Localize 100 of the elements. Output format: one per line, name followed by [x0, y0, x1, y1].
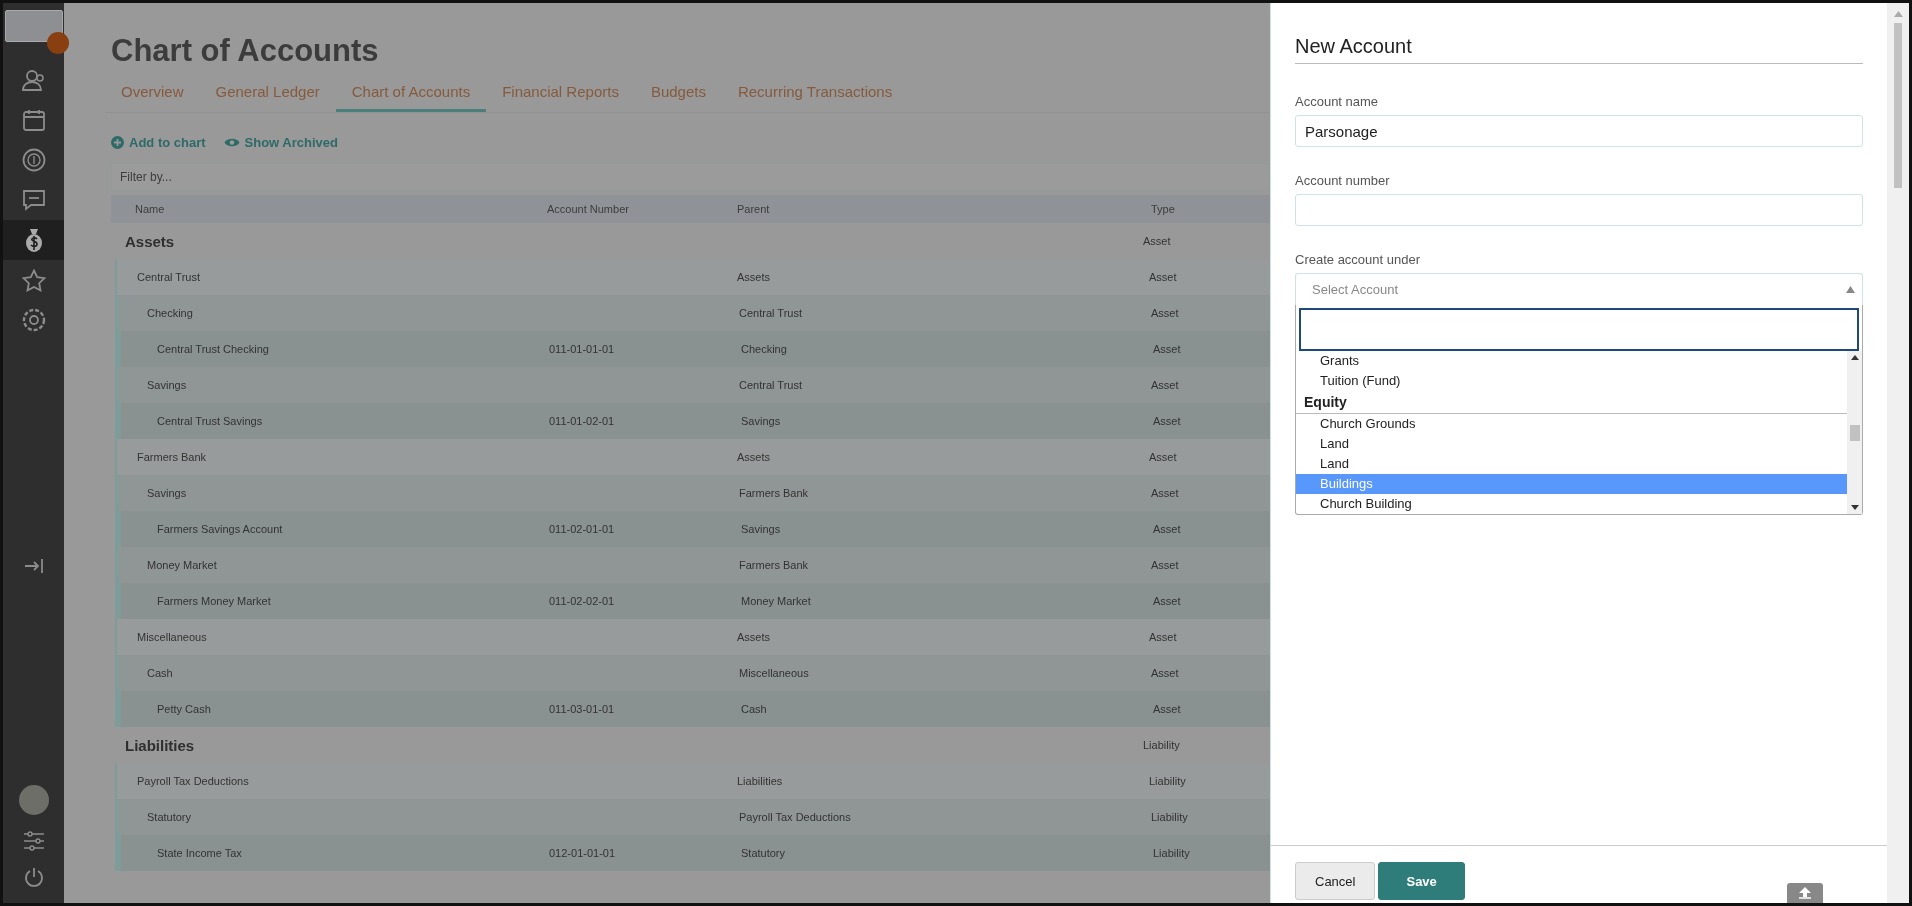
sidebar-item[interactable] — [3, 220, 64, 260]
logo[interactable] — [4, 10, 63, 42]
scroll-to-top-button[interactable] — [1787, 883, 1823, 903]
table-cell-text: Asset — [1149, 631, 1178, 643]
table-row[interactable]: Savings Farmers Bank Asset — [115, 475, 1270, 511]
table-cell-text: Savings — [146, 379, 188, 391]
column-header: Parent — [736, 203, 771, 215]
table-row[interactable]: Savings Central Trust Asset — [115, 367, 1270, 403]
table-cell-text: Asset — [1149, 451, 1178, 463]
text-field[interactable]: Parsonage — [1295, 115, 1863, 147]
table-cell-text: State Income Tax — [156, 847, 243, 859]
scrollbar[interactable] — [1887, 3, 1909, 903]
table-cell-text: Farmers Savings Account — [156, 523, 284, 535]
table-cell-text: Asset — [1151, 379, 1180, 391]
filter-field[interactable]: Filter by... — [111, 163, 1270, 191]
table-cell-text: Central Trust Checking — [156, 343, 270, 355]
table-cell-text: Statutory — [741, 847, 787, 859]
table-cell-text: Central Trust Savings — [156, 415, 264, 427]
panel-title: New Account — [1295, 35, 1863, 64]
table-cell-text: Liability — [1143, 739, 1181, 751]
table-cell-text: Savings — [741, 415, 782, 427]
table-row[interactable]: Cash Miscellaneous Asset — [115, 655, 1270, 691]
save-button[interactable]: Save — [1378, 862, 1465, 900]
collapse-icon[interactable] — [23, 558, 44, 574]
table-cell-text: Asset — [1151, 559, 1180, 571]
cancel-button[interactable]: Cancel — [1295, 862, 1376, 900]
scroll-thumb[interactable] — [1894, 23, 1902, 188]
table-row[interactable]: Central Trust Savings 011-01-02-01 Savings Asset — [115, 403, 1270, 439]
field-label: Create account under — [1295, 252, 1422, 267]
dropdown-option[interactable]: Buildings — [1296, 474, 1847, 494]
dropdown-option[interactable]: Land — [1296, 454, 1847, 474]
coin-icon — [21, 148, 46, 172]
table-row[interactable]: Central Trust Checking 011-01-01-01 Checking Asset — [115, 331, 1270, 367]
avatar[interactable] — [18, 785, 49, 815]
dropdown-option[interactable]: Grants — [1296, 351, 1847, 371]
table-cell-text: Liability — [1153, 847, 1191, 859]
table-cell-text: Asset — [1151, 487, 1180, 499]
dropdown-option[interactable]: Church Grounds — [1296, 414, 1847, 434]
table-cell-text: Asset — [1153, 415, 1182, 427]
table-cell-text: Asset — [1149, 271, 1178, 283]
arrow-up-icon — [1798, 887, 1812, 899]
scrollbar[interactable] — [1847, 351, 1862, 514]
eye-icon — [223, 137, 240, 148]
table-cell-text: Miscellaneous — [136, 631, 208, 643]
table-row[interactable]: Checking Central Trust Asset — [115, 295, 1270, 331]
table-row[interactable]: State Income Tax 012-01-01-01 Statutory Liability — [115, 835, 1270, 871]
notification-badge[interactable] — [47, 32, 69, 54]
table-cell-text: Asset — [1153, 343, 1182, 355]
table-row[interactable]: Farmers Savings Account 011-02-01-01 Savings Asset — [115, 511, 1270, 547]
table-cell: 012-01-01-01 — [549, 847, 616, 859]
table-cell-text: Central Trust — [739, 379, 803, 391]
table-cell-text: Money Market — [146, 559, 218, 571]
table-row[interactable]: Statutory Payroll Tax Deductions Liability — [115, 799, 1270, 835]
table-cell-text: Payroll Tax Deductions — [136, 775, 250, 787]
table-cell-text: Liabilities — [737, 775, 784, 787]
table-cell-text: Farmers Money Market — [156, 595, 272, 607]
table-cell: 011-03-01-01 — [549, 703, 615, 715]
calendar-icon — [22, 109, 45, 131]
table-cell-text: Statutory — [146, 811, 193, 823]
search-field[interactable] — [1299, 308, 1859, 351]
table-cell-text: Asset — [1153, 703, 1182, 715]
table-cell-text: Central Trust — [739, 307, 803, 319]
sliders-icon[interactable] — [22, 831, 45, 851]
scroll-up-icon[interactable] — [1850, 355, 1859, 360]
table-cell: 011-01-02-01 — [549, 415, 615, 427]
table-cell-text: Asset — [1153, 523, 1182, 535]
field-label: Account name — [1295, 94, 1380, 109]
table-cell-text: Farmers Bank — [739, 559, 810, 571]
table-row[interactable]: Petty Cash 011-03-01-01 Cash Asset — [115, 691, 1270, 727]
table-cell-text: Farmers Bank — [136, 451, 208, 463]
dropdown-option[interactable]: Church Building — [1296, 494, 1847, 514]
column-header: Name — [134, 203, 166, 215]
scroll-thumb[interactable] — [1849, 424, 1860, 441]
money-bag-icon — [24, 227, 43, 253]
select-field[interactable]: Select Account — [1295, 273, 1863, 305]
table-cell-text: Savings — [146, 487, 188, 499]
chat-icon — [21, 189, 46, 211]
table-cell: 011-01-01-01 — [549, 343, 615, 355]
table-cell-text: Farmers Bank — [739, 487, 810, 499]
table-cell-text: Miscellaneous — [739, 667, 810, 679]
page-title: Chart of Accounts — [111, 33, 380, 69]
power-icon[interactable] — [23, 867, 44, 887]
section-heading: Assets — [124, 232, 176, 250]
table-row[interactable]: Farmers Money Market 011-02-02-01 Money Market Asset — [115, 583, 1270, 619]
table-cell-text: Petty Cash — [156, 703, 212, 715]
dropdown-option[interactable]: Tuition (Fund) — [1296, 371, 1847, 391]
table-cell-text: Payroll Tax Deductions — [739, 811, 852, 823]
scroll-down-icon[interactable] — [1850, 505, 1859, 510]
dropdown-option[interactable]: Land — [1296, 434, 1847, 454]
table-row[interactable]: Money Market Farmers Bank Asset — [115, 547, 1270, 583]
settings-icon — [21, 308, 46, 332]
option-group-label: Equity — [1296, 391, 1847, 414]
star-icon — [21, 268, 46, 292]
table-cell-text: Liability — [1151, 811, 1189, 823]
add-to-chart-link[interactable]: Add to chart — [111, 135, 206, 150]
table-cell-text: Savings — [741, 523, 782, 535]
show-archived-link[interactable]: Show Archived — [223, 135, 338, 150]
text-field[interactable] — [1295, 194, 1863, 226]
table-cell-text: Assets — [737, 451, 771, 463]
table-cell-text: Money Market — [741, 595, 812, 607]
